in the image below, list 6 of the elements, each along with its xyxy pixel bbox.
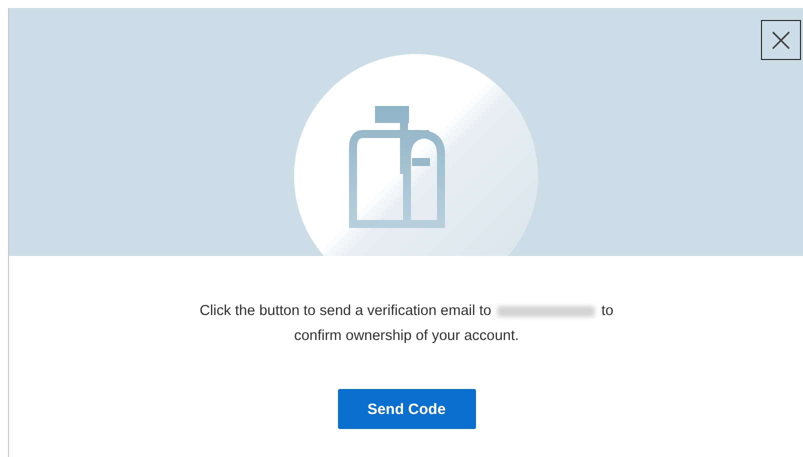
send-code-button[interactable]: Send Code (338, 389, 476, 429)
close-button[interactable]: × (761, 20, 801, 60)
message-text: Click the button to send a verification email to (200, 302, 492, 321)
message-text: to (601, 302, 614, 321)
message-text: confirm ownership of your account. (294, 327, 519, 346)
mailbox-icon (349, 106, 445, 228)
